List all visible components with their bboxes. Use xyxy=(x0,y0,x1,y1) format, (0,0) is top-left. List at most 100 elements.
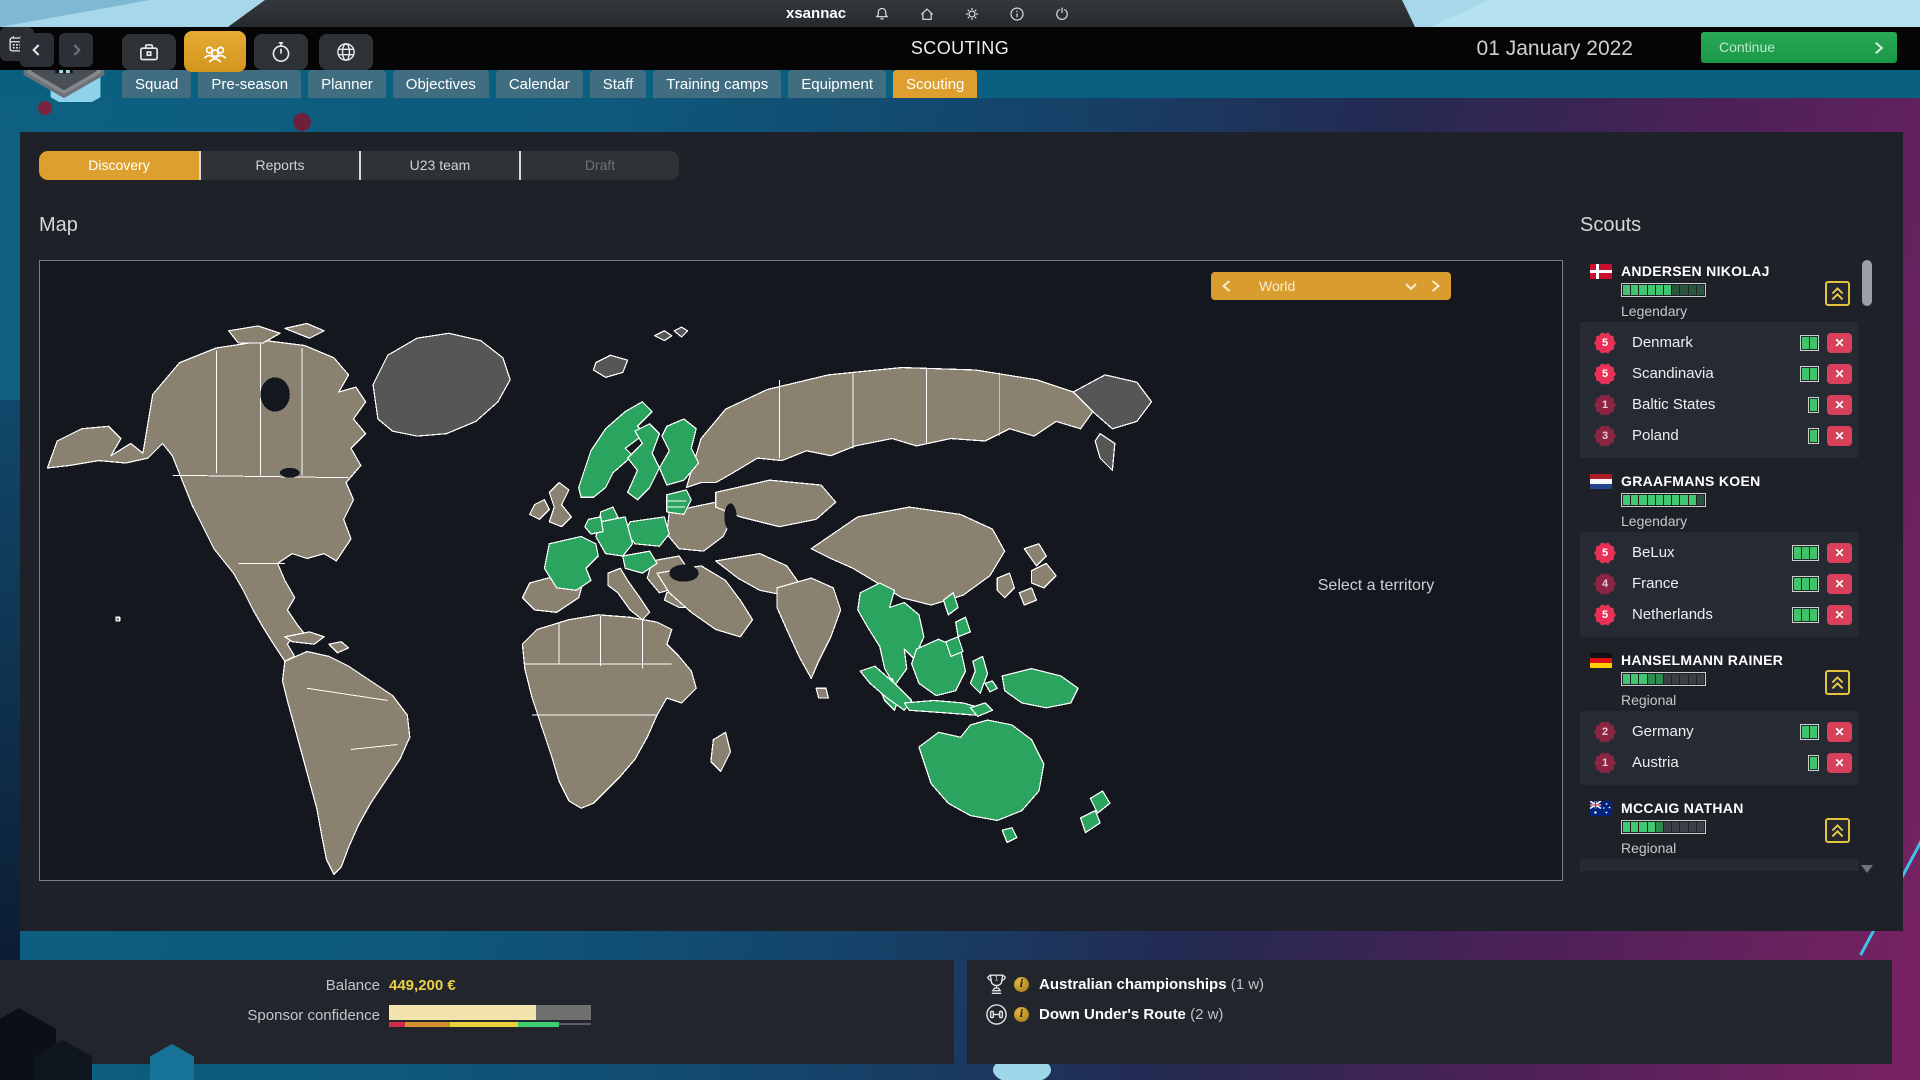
remove-region-button[interactable]: ✕ xyxy=(1827,426,1852,446)
home-icon[interactable] xyxy=(918,5,936,23)
decor-circle xyxy=(293,113,311,131)
region-segments-indicator xyxy=(1808,755,1819,771)
scout-entry: ANDERSEN NIKOLAJ Legendary 5 Denmark ✕ 5… xyxy=(1580,260,1858,458)
region-row[interactable]: 5 Denmark ✕ xyxy=(1580,328,1858,359)
scout-header[interactable]: MCCAIG NATHAN Regional xyxy=(1580,797,1858,859)
region-segments-indicator xyxy=(1792,576,1819,592)
region-row[interactable]: 4 France ✕ xyxy=(1580,569,1858,600)
tab-squad[interactable]: Squad xyxy=(122,70,191,98)
scout-level: Regional xyxy=(1621,840,1676,856)
scout-flag xyxy=(1590,801,1612,816)
scrollbar-thumb[interactable] xyxy=(1862,260,1872,306)
remove-region-button[interactable]: ✕ xyxy=(1827,333,1852,353)
sponsor-confidence-bar xyxy=(389,1005,591,1020)
region-row[interactable]: 5 BeLux ✕ xyxy=(1580,538,1858,569)
region-row[interactable]: 5 Netherlands ✕ xyxy=(1580,600,1858,631)
continue-button[interactable]: Continue xyxy=(1701,32,1897,63)
region-row[interactable]: 5 Scandinavia ✕ xyxy=(1580,359,1858,390)
event-duration: (1 w) xyxy=(1227,976,1265,993)
scout-name: GRAAFMANS KOEN xyxy=(1621,473,1761,489)
world-map[interactable] xyxy=(45,321,1165,878)
territory-selector[interactable]: World xyxy=(1211,272,1451,300)
event-row[interactable]: 1 i Australian championships (1 w) xyxy=(967,970,1892,1000)
subtab-u23-team[interactable]: U23 team xyxy=(359,151,519,180)
region-row[interactable]: 3 Poland ✕ xyxy=(1580,421,1858,452)
promote-scout-button[interactable] xyxy=(1825,818,1850,843)
scout-flag xyxy=(1590,264,1612,279)
event-name: Australian championships xyxy=(1039,976,1227,993)
balance-value: 449,200 € xyxy=(389,977,456,994)
scout-progress-bar xyxy=(1621,493,1706,507)
selector-next-icon[interactable] xyxy=(1430,280,1441,292)
main-panel: DiscoveryReportsU23 teamDraft Map Scouts xyxy=(20,132,1903,931)
scout-flag xyxy=(1590,653,1612,668)
region-level-badge: 1 xyxy=(1594,394,1616,416)
decor-circle xyxy=(38,101,52,115)
info-dot-icon: i xyxy=(1014,1007,1029,1022)
scout-header[interactable]: HANSELMANN RAINER Regional xyxy=(1580,649,1858,711)
region-row[interactable]: 2 Germany ✕ xyxy=(1580,717,1858,748)
region-segments-indicator xyxy=(1808,397,1819,413)
remove-region-button[interactable]: ✕ xyxy=(1827,605,1852,625)
scout-entry: MCCAIG NATHAN Regional xyxy=(1580,797,1858,871)
race-icon xyxy=(983,1001,1010,1028)
tab-training-camps[interactable]: Training camps xyxy=(653,70,781,98)
continue-label: Continue xyxy=(1719,32,1775,63)
scout-header[interactable]: GRAAFMANS KOEN Legendary xyxy=(1580,470,1858,532)
region-segments-indicator xyxy=(1792,545,1819,561)
info-icon[interactable] xyxy=(1008,5,1026,23)
scout-regions: 5 BeLux ✕ 4 France ✕ 5 Netherlands ✕ xyxy=(1580,532,1858,637)
region-row[interactable]: 1 Baltic States ✕ xyxy=(1580,390,1858,421)
sponsor-bar-fill xyxy=(389,1005,536,1020)
chevron-down-icon[interactable] xyxy=(1405,283,1417,291)
scout-level: Legendary xyxy=(1621,513,1687,529)
tab-calendar[interactable]: Calendar xyxy=(496,70,583,98)
event-row[interactable]: i Down Under's Route (2 w) xyxy=(967,1000,1892,1030)
remove-region-button[interactable]: ✕ xyxy=(1827,574,1852,594)
scroll-down-icon[interactable] xyxy=(1861,865,1873,873)
footer-events-panel: 1 i Australian championships (1 w) i Dow… xyxy=(967,960,1892,1064)
region-level-badge: 5 xyxy=(1594,604,1616,626)
scout-level: Legendary xyxy=(1621,303,1687,319)
region-level-badge: 2 xyxy=(1594,721,1616,743)
promote-scout-button[interactable] xyxy=(1825,670,1850,695)
remove-region-button[interactable]: ✕ xyxy=(1827,753,1852,773)
region-segments-indicator xyxy=(1800,724,1819,740)
subtab-reports[interactable]: Reports xyxy=(199,151,359,180)
bell-icon[interactable] xyxy=(873,5,891,23)
remove-region-button[interactable]: ✕ xyxy=(1827,543,1852,563)
germany-flag-icon xyxy=(1590,653,1612,668)
region-name: Poland xyxy=(1632,427,1679,444)
region-segments-indicator xyxy=(1800,335,1819,351)
event-icon: 1 xyxy=(983,971,1010,998)
tab-scouting[interactable]: Scouting xyxy=(893,70,977,98)
region-row[interactable]: 1 Austria ✕ xyxy=(1580,748,1858,779)
subtab-discovery[interactable]: Discovery xyxy=(39,151,199,180)
scout-progress-bar xyxy=(1621,820,1706,834)
scout-name: HANSELMANN RAINER xyxy=(1621,652,1783,668)
scouts-heading: Scouts xyxy=(1580,214,1641,237)
remove-region-button[interactable]: ✕ xyxy=(1827,395,1852,415)
selector-prev-icon[interactable] xyxy=(1221,280,1232,292)
scout-regions: 5 Denmark ✕ 5 Scandinavia ✕ 1 Baltic Sta… xyxy=(1580,322,1858,458)
region-level-badge: 5 xyxy=(1594,363,1616,385)
tab-planner[interactable]: Planner xyxy=(308,70,386,98)
gear-icon[interactable] xyxy=(963,5,981,23)
remove-region-button[interactable]: ✕ xyxy=(1827,364,1852,384)
tab-objectives[interactable]: Objectives xyxy=(393,70,489,98)
tab-pre-season[interactable]: Pre-season xyxy=(198,70,301,98)
remove-region-button[interactable]: ✕ xyxy=(1827,722,1852,742)
subtab-draft: Draft xyxy=(519,151,679,180)
tab-staff[interactable]: Staff xyxy=(590,70,647,98)
power-icon[interactable] xyxy=(1053,5,1071,23)
region-segments-indicator xyxy=(1808,428,1819,444)
promote-scout-button[interactable] xyxy=(1825,281,1850,306)
region-level-badge: 5 xyxy=(1594,332,1616,354)
nav-bar: SCOUTING 01 January 2022 Continue xyxy=(0,27,1920,70)
balance-label: Balance xyxy=(160,977,380,994)
region-level-badge: 3 xyxy=(1594,425,1616,447)
region-name: Scandinavia xyxy=(1632,365,1714,382)
scout-header[interactable]: ANDERSEN NIKOLAJ Legendary xyxy=(1580,260,1858,322)
map-heading: Map xyxy=(39,214,78,237)
tab-equipment[interactable]: Equipment xyxy=(788,70,886,98)
